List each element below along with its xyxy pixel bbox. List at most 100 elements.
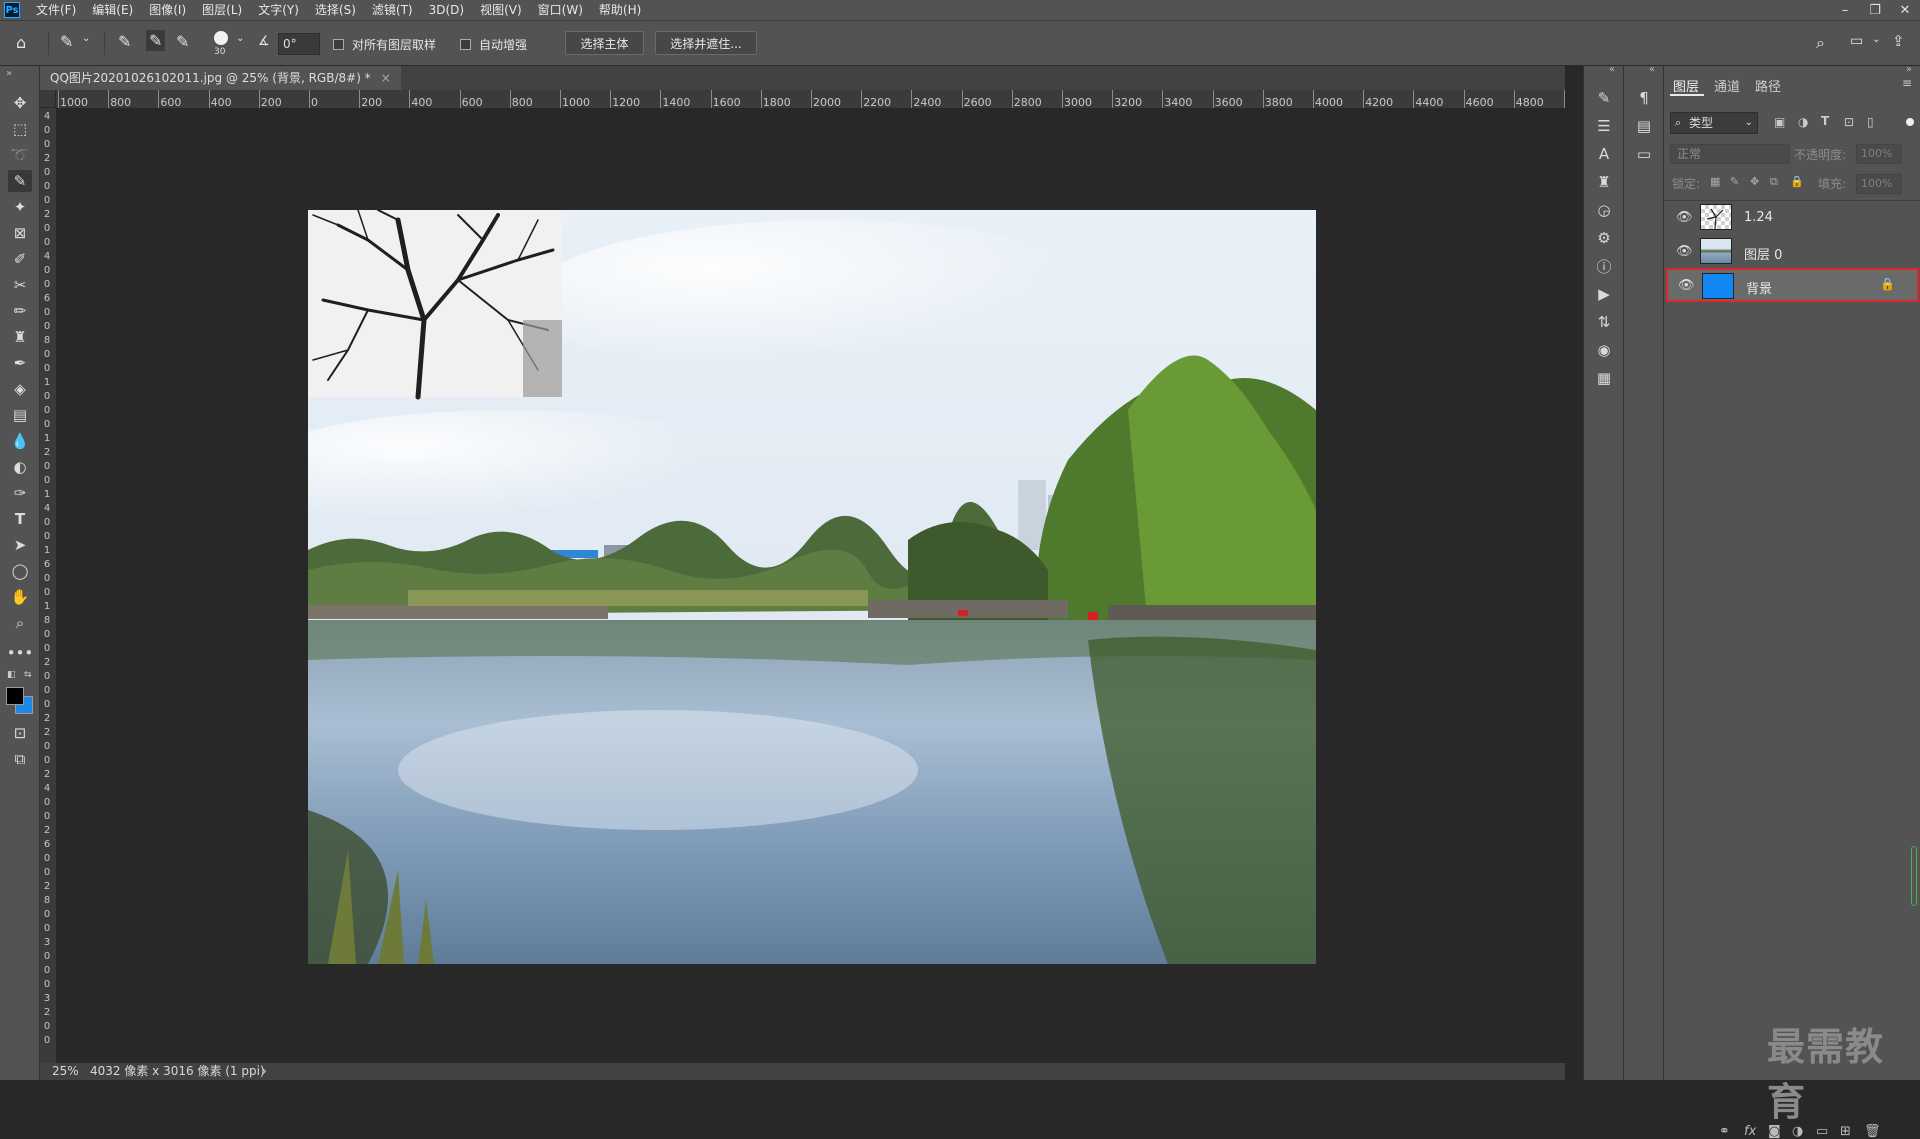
menu-item[interactable]: 图像(I) bbox=[141, 0, 194, 20]
clone-source-icon[interactable]: ♜ bbox=[1594, 172, 1614, 192]
layer-style-fx-icon[interactable]: fx bbox=[1744, 1124, 1756, 1139]
menu-item[interactable]: 窗口(W) bbox=[530, 0, 591, 20]
hand-tool-icon[interactable]: ✋ bbox=[8, 586, 32, 608]
tab-paths[interactable]: 路径 bbox=[1755, 76, 1781, 95]
subtract-from-selection-brush-icon[interactable]: ✎ bbox=[176, 32, 189, 51]
new-group-icon[interactable]: ▭ bbox=[1816, 1124, 1828, 1139]
path-selection-tool-icon[interactable]: ➤ bbox=[8, 534, 32, 556]
close-tab-icon[interactable]: × bbox=[381, 66, 391, 90]
lock-image-icon[interactable]: ✎ bbox=[1730, 175, 1739, 188]
chevron-down-icon[interactable]: ⌄ bbox=[82, 33, 90, 44]
foreground-color-swatch[interactable] bbox=[6, 687, 24, 705]
crop-tool-icon[interactable]: ⊠ bbox=[8, 222, 32, 244]
layer-row-background[interactable]: 👁 背景 🔒 bbox=[1666, 268, 1919, 302]
ellipse-tool-icon[interactable]: ◯ bbox=[8, 560, 32, 582]
tool-presets-icon[interactable]: ⚙ bbox=[1594, 228, 1614, 248]
visibility-eye-icon[interactable]: 👁 bbox=[1676, 210, 1693, 225]
paragraph-icon[interactable]: ¶ bbox=[1634, 88, 1654, 108]
share-icon[interactable]: ⇪ bbox=[1892, 32, 1905, 50]
lock-transparent-icon[interactable]: ▦ bbox=[1710, 175, 1720, 188]
tab-channels[interactable]: 通道 bbox=[1714, 76, 1740, 95]
type-tool-icon[interactable]: T bbox=[8, 508, 32, 530]
filter-pixel-icon[interactable]: ▣ bbox=[1774, 115, 1785, 129]
menu-item[interactable]: 帮助(H) bbox=[591, 0, 649, 20]
select-subject-button[interactable]: 选择主体 bbox=[565, 31, 644, 55]
add-mask-icon[interactable]: ◙ bbox=[1768, 1124, 1781, 1139]
delete-layer-icon[interactable]: 🗑 bbox=[1864, 1124, 1881, 1139]
angle-input[interactable]: 0° bbox=[278, 33, 320, 55]
table-icon[interactable]: ▦ bbox=[1594, 368, 1614, 388]
home-icon[interactable]: ⌂ bbox=[16, 33, 26, 52]
layer-name[interactable]: 背景 bbox=[1746, 278, 1772, 297]
tool-preset-picker-icon[interactable]: ✎ bbox=[60, 32, 73, 51]
menu-item[interactable]: 文件(F) bbox=[28, 0, 84, 20]
healing-brush-tool-icon[interactable]: ✂ bbox=[8, 274, 32, 296]
filter-adjustment-icon[interactable]: ◑ bbox=[1798, 115, 1808, 129]
pen-tool-icon[interactable]: ✑ bbox=[8, 482, 32, 504]
fill-input[interactable]: 100% bbox=[1856, 174, 1902, 194]
panel-menu-icon[interactable]: ≡ bbox=[1902, 76, 1912, 90]
brush-tool-icon[interactable]: ✏ bbox=[8, 300, 32, 322]
zoom-tool-icon[interactable]: ⌕ bbox=[8, 612, 32, 634]
status-menu-arrow-icon[interactable]: › bbox=[262, 1063, 267, 1080]
layer-row-1-24[interactable]: 👁 1.24 bbox=[1666, 202, 1919, 234]
properties-icon[interactable]: ▤ bbox=[1634, 116, 1654, 136]
filter-kind-select[interactable]: ⌕ 类型 ⌄ bbox=[1670, 112, 1758, 134]
brush-size-preview-icon[interactable] bbox=[214, 31, 228, 45]
quick-mask-icon[interactable]: ⊡ bbox=[8, 722, 32, 744]
magic-wand-tool-icon[interactable]: ✦ bbox=[8, 196, 32, 218]
3d-icon[interactable]: ◉ bbox=[1594, 340, 1614, 360]
menu-item[interactable]: 图层(L) bbox=[194, 0, 250, 20]
layer-row-layer-0[interactable]: 👁 图层 0 bbox=[1666, 236, 1919, 268]
brush-settings-icon[interactable]: ✎ bbox=[1594, 88, 1614, 108]
lock-all-icon[interactable]: 🔒 bbox=[1790, 175, 1804, 188]
menu-item[interactable]: 滤镜(T) bbox=[364, 0, 421, 20]
filter-type-icon[interactable]: T bbox=[1821, 114, 1829, 128]
sample-all-layers-checkbox[interactable] bbox=[333, 39, 344, 50]
document-tab[interactable]: QQ图片20201026102011.jpg @ 25% (背景, RGB/8#… bbox=[40, 66, 401, 90]
collapse-panel-icon[interactable]: « bbox=[1649, 64, 1655, 75]
select-and-mask-button[interactable]: 选择并遮住... bbox=[655, 31, 757, 55]
character-icon[interactable]: A bbox=[1594, 144, 1614, 164]
dodge-tool-icon[interactable]: ◐ bbox=[8, 456, 32, 478]
marquee-tool-icon[interactable]: ⬚ bbox=[8, 118, 32, 140]
move-tool-icon[interactable]: ✥ bbox=[8, 92, 32, 114]
vertical-ruler[interactable]: 4 0 0 2 0 0 0 2 0 0 4 0 0 6 0 0 8 0 0 1 0 0 0 1 2 0 0 1 4 0 0 1 6 0 0 1 8 0 0 2… bbox=[40, 108, 57, 1063]
new-selection-brush-icon[interactable]: ✎ bbox=[118, 32, 131, 51]
filter-smart-object-icon[interactable]: ▯ bbox=[1867, 115, 1874, 129]
blend-mode-select[interactable]: 正常 bbox=[1670, 144, 1790, 164]
history-icon[interactable]: ◶ bbox=[1594, 200, 1614, 220]
menu-item[interactable]: 视图(V) bbox=[472, 0, 530, 20]
search-icon[interactable]: ⌕ bbox=[1816, 33, 1825, 53]
lock-position-icon[interactable]: ✥ bbox=[1750, 175, 1759, 188]
gradient-tool-icon[interactable]: ▤ bbox=[8, 404, 32, 426]
screen-mode-icon[interactable]: ⧉ bbox=[8, 748, 32, 770]
more-tools-icon[interactable]: ••• bbox=[7, 642, 34, 664]
filter-shape-icon[interactable]: ⊡ bbox=[1844, 115, 1854, 129]
adjustment-layer-icon[interactable]: ◑ bbox=[1792, 1124, 1803, 1139]
timeline-icon[interactable]: ⇅ bbox=[1594, 312, 1614, 332]
layer-name[interactable]: 图层 0 bbox=[1744, 244, 1782, 263]
opacity-input[interactable]: 100% bbox=[1856, 144, 1902, 164]
horizontal-ruler[interactable]: 1000 800 600 400 200 0 200 400 600 800 1000 1200 140… bbox=[56, 90, 1565, 109]
clone-stamp-tool-icon[interactable]: ♜ bbox=[8, 326, 32, 348]
menu-item[interactable]: 选择(S) bbox=[307, 0, 364, 20]
brush-settings-chevron-icon[interactable]: ⌄ bbox=[236, 33, 244, 44]
auto-enhance-checkbox[interactable] bbox=[460, 39, 471, 50]
info-icon[interactable]: ⓘ bbox=[1594, 256, 1614, 276]
link-layers-icon[interactable]: ⚭ bbox=[1719, 1124, 1730, 1139]
eraser-tool-icon[interactable]: ◈ bbox=[8, 378, 32, 400]
new-layer-icon[interactable]: ⊞ bbox=[1840, 1124, 1851, 1139]
notes-icon[interactable]: ▭ bbox=[1634, 144, 1654, 164]
quick-selection-tool-icon[interactable]: ✎ bbox=[8, 170, 32, 192]
actions-play-icon[interactable]: ▶ bbox=[1594, 284, 1614, 304]
workspace-chevron-icon[interactable]: ⌄ bbox=[1872, 34, 1880, 45]
panel-scrollbar[interactable] bbox=[1911, 846, 1917, 906]
document-image[interactable] bbox=[308, 210, 1316, 964]
menu-item[interactable]: 编辑(E) bbox=[84, 0, 141, 20]
zoom-level[interactable]: 25% bbox=[52, 1063, 79, 1080]
swap-colors-icon[interactable]: ⇆ bbox=[24, 670, 32, 680]
add-to-selection-brush-icon[interactable]: ✎ bbox=[146, 30, 166, 51]
close-window-button[interactable]: ✕ bbox=[1890, 0, 1920, 20]
layer-name[interactable]: 1.24 bbox=[1744, 210, 1773, 225]
